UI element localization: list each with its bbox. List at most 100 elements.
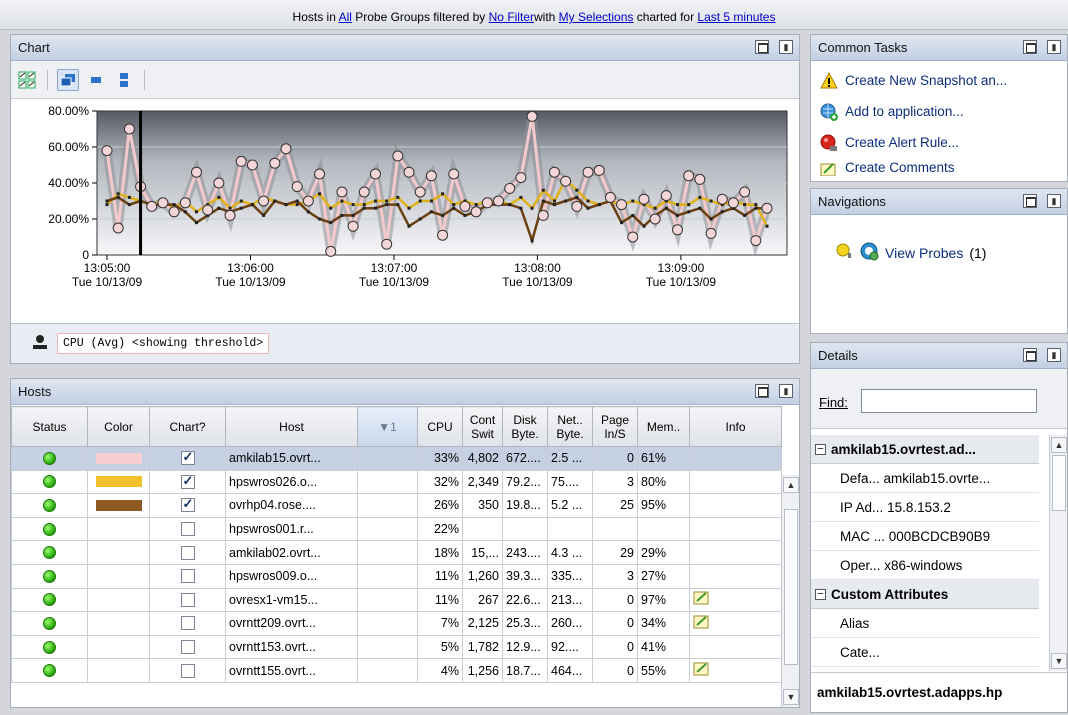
pin-icon[interactable]: ▮ (779, 384, 793, 398)
chart-checkbox-cell[interactable] (149, 587, 226, 613)
column-header[interactable]: Mem.. (637, 406, 690, 447)
scroll-down-icon[interactable]: ▼ (1051, 653, 1067, 669)
details-row[interactable]: Oper... x86-windows (811, 551, 1039, 580)
task-add-to-application[interactable]: Add to application... (811, 96, 1067, 127)
info-cell[interactable] (689, 446, 782, 471)
chart-checkbox-cell[interactable] (149, 446, 226, 471)
info-cell[interactable] (689, 611, 782, 636)
info-cell[interactable] (689, 634, 782, 660)
single-view-icon[interactable] (85, 69, 107, 91)
hosts-scrollbar[interactable]: ▲ ▼ (781, 475, 799, 707)
chart-checkbox[interactable] (180, 640, 195, 655)
comment-icon[interactable] (693, 661, 711, 677)
column-header[interactable]: ▼1 (357, 406, 418, 447)
pin-icon[interactable]: ▮ (1047, 40, 1061, 54)
details-row[interactable]: IP Ad... 15.8.153.2 (811, 493, 1039, 522)
chart-checkbox[interactable] (180, 473, 195, 489)
comment-icon[interactable] (693, 614, 711, 630)
host-cell[interactable]: amkilab02.ovrt... (225, 540, 358, 565)
maximize-icon[interactable] (755, 384, 769, 398)
host-cell[interactable]: ovrntt155.ovrt... (225, 658, 358, 683)
chart-checkbox-cell[interactable] (149, 516, 226, 542)
details-row[interactable]: Alias (811, 609, 1039, 638)
scroll-thumb[interactable] (784, 509, 798, 665)
pin-icon[interactable]: ▮ (1047, 348, 1061, 362)
details-section-custom[interactable]: − Custom Attributes (811, 580, 1039, 609)
legend-entry-cpu[interactable]: CPU (Avg) <showing threshold> (57, 333, 270, 354)
maximize-icon[interactable] (1023, 40, 1037, 54)
table-row[interactable]: hpswros001.r... 22% (11, 516, 782, 542)
chart-checkbox-cell[interactable] (149, 658, 226, 683)
table-row[interactable]: ovrhp04.rose.... 26%35019.8...5.2 ...2595… (11, 493, 782, 518)
table-row[interactable]: hpswros009.o... 11% 1,260 39.3... 335... 3 27% (11, 563, 782, 589)
chart-checkbox[interactable] (180, 592, 195, 607)
table-row[interactable]: ovrntt209.ovrt... 7% 2,125 25.3... 260... 0 34… (11, 611, 782, 636)
info-cell[interactable] (689, 493, 782, 518)
details-row[interactable]: MAC ... 000BCDCB90B9 (811, 522, 1039, 551)
task-create-snapshot[interactable]: Create New Snapshot an... (811, 65, 1067, 96)
scroll-up-icon[interactable]: ▲ (783, 477, 799, 493)
table-row[interactable]: amkilab15.ovrt... 33%4,802672....2.5 ...0… (11, 446, 782, 471)
column-header[interactable]: CPU (417, 406, 463, 447)
host-cell[interactable]: ovrhp04.rose.... (225, 493, 358, 518)
column-header[interactable]: Status (11, 406, 88, 447)
cascade-view-icon[interactable] (57, 68, 79, 91)
table-row[interactable]: amkilab02.ovrt... 18% 15,... 243.... 4.3 ...… (11, 540, 782, 565)
column-header[interactable]: Host (225, 406, 358, 447)
chart-checkbox-cell[interactable] (149, 563, 226, 589)
scroll-thumb[interactable] (1052, 455, 1066, 511)
host-cell[interactable]: hpswros001.r... (225, 516, 358, 542)
chart-checkbox[interactable] (180, 449, 195, 466)
chart-checkbox[interactable] (180, 496, 195, 513)
find-input[interactable] (861, 389, 1037, 413)
column-header[interactable]: Chart? (149, 406, 226, 447)
task-create-alert-rule[interactable]: Create Alert Rule... (811, 127, 1067, 158)
details-row[interactable]: Cate... (811, 638, 1039, 667)
scroll-down-icon[interactable]: ▼ (783, 689, 799, 705)
info-cell[interactable] (689, 587, 782, 613)
chart-checkbox[interactable] (180, 545, 195, 560)
host-cell[interactable]: hpswros026.o... (225, 469, 358, 495)
comment-icon[interactable] (693, 590, 711, 606)
collapse-icon[interactable]: − (815, 443, 826, 455)
grid-layout-icon[interactable] (16, 69, 38, 91)
chart-checkbox[interactable] (180, 663, 195, 678)
chart-checkbox-cell[interactable] (149, 540, 226, 565)
column-header[interactable]: Net.. Byte. (547, 406, 593, 447)
details-scrollbar[interactable]: ▲ ▼ (1049, 435, 1067, 671)
time-period-link[interactable]: Last 5 minutes (697, 10, 775, 24)
chart-checkbox-cell[interactable] (149, 611, 226, 636)
pin-icon[interactable]: ▮ (1047, 194, 1061, 208)
chart-checkbox-cell[interactable] (149, 634, 226, 660)
table-row[interactable]: ovresx1-vm15... 11% 267 22.6... 213... 0 97% (11, 587, 782, 613)
column-header[interactable]: Page In/S (592, 406, 638, 447)
info-cell[interactable] (689, 563, 782, 589)
column-header[interactable]: Disk Byte. (502, 406, 548, 447)
info-cell[interactable] (689, 469, 782, 495)
view-probes-link[interactable]: View Probes (1) (835, 241, 986, 264)
stacked-view-icon[interactable] (113, 69, 135, 91)
maximize-icon[interactable] (1023, 348, 1037, 362)
cpu-chart[interactable]: 80.00%60.00%40.00%20.00%013:05:00Tue 10/… (15, 103, 797, 321)
chart-checkbox-cell[interactable] (149, 469, 226, 495)
host-cell[interactable]: hpswros009.o... (225, 563, 358, 589)
info-cell[interactable] (689, 540, 782, 565)
info-cell[interactable] (689, 658, 782, 683)
chart-checkbox[interactable] (180, 569, 195, 584)
host-cell[interactable]: amkilab15.ovrt... (225, 446, 358, 471)
details-section-host[interactable]: − amkilab15.ovrtest.ad... (811, 435, 1039, 464)
details-row[interactable]: Defa... amkilab15.ovrte... (811, 464, 1039, 493)
maximize-icon[interactable] (755, 40, 769, 54)
chart-checkbox[interactable] (180, 616, 195, 631)
chart-checkbox[interactable] (180, 522, 195, 537)
host-cell[interactable]: ovrntt209.ovrt... (225, 611, 358, 636)
scroll-up-icon[interactable]: ▲ (1051, 437, 1067, 453)
column-header[interactable]: Color (87, 406, 150, 447)
chart-checkbox-cell[interactable] (149, 493, 226, 518)
host-cell[interactable]: ovresx1-vm15... (225, 587, 358, 613)
filter-link[interactable]: No Filter (489, 10, 534, 24)
host-cell[interactable]: ovrntt153.ovrt... (225, 634, 358, 660)
info-cell[interactable] (689, 516, 782, 542)
table-row[interactable]: ovrntt155.ovrt... 4% 1,256 18.7... 464... 0 55… (11, 658, 782, 683)
task-create-comments[interactable]: Create Comments (811, 158, 1067, 176)
